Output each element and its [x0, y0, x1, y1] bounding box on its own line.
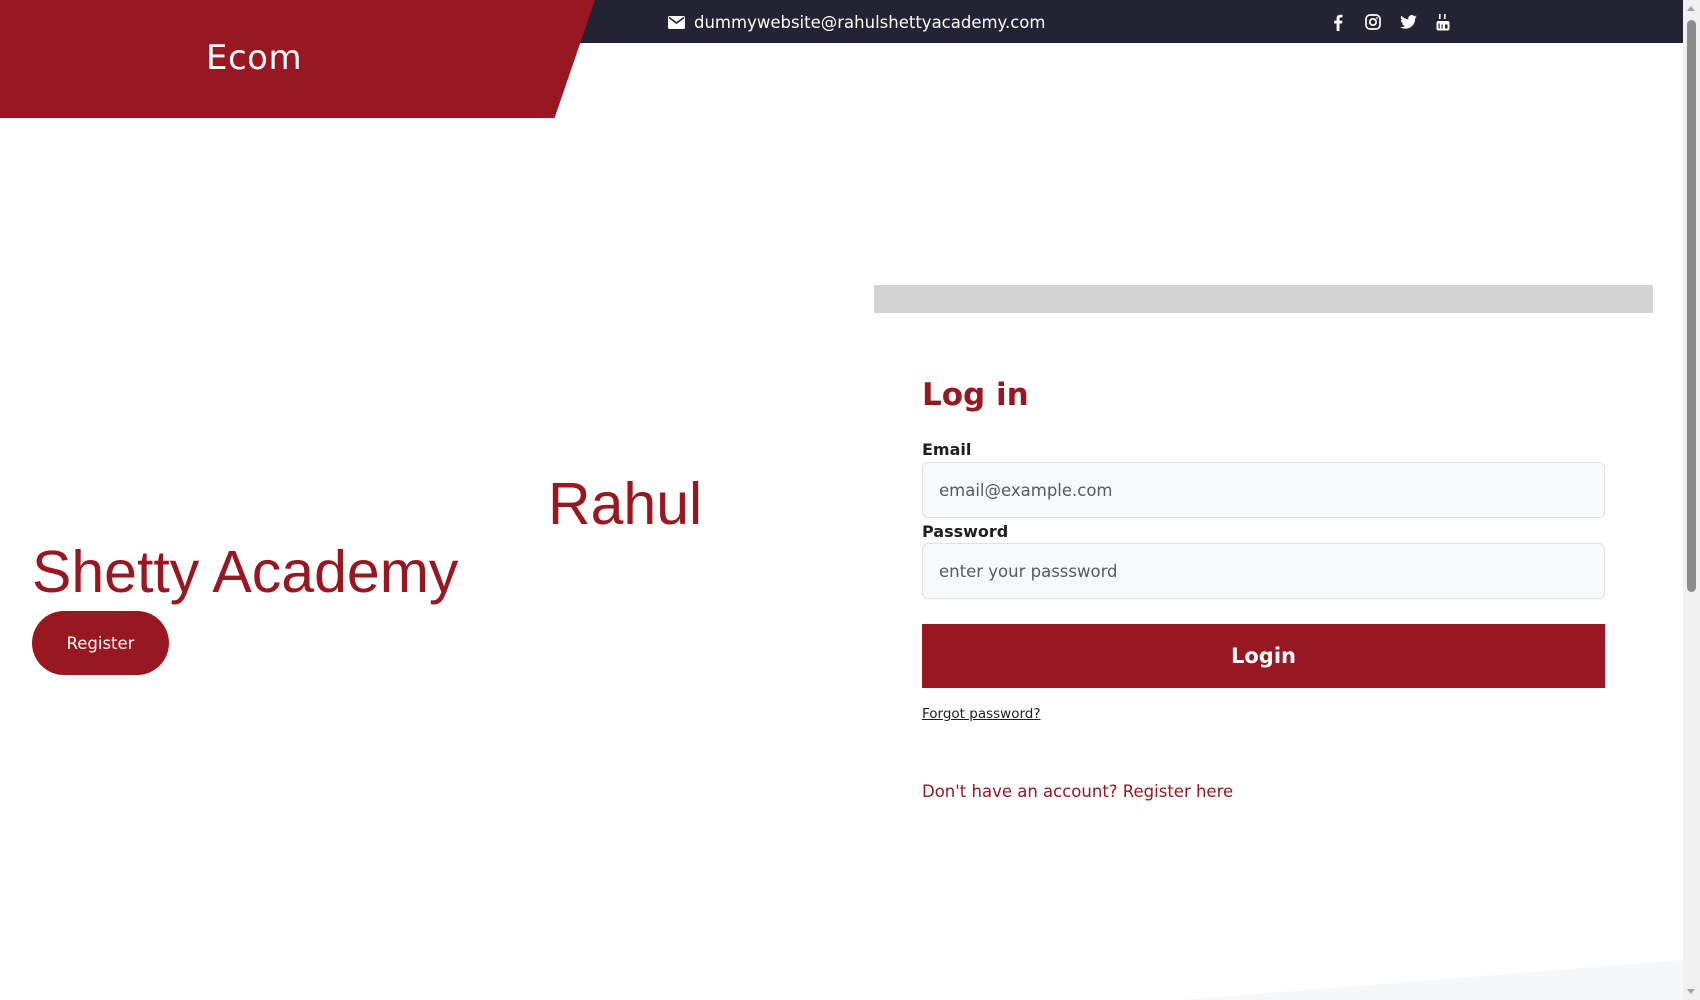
hero-title-line2: Shetty Academy: [32, 539, 459, 605]
forgot-password-link[interactable]: Forgot password?: [922, 706, 1041, 722]
footer-decoration: [1180, 960, 1683, 1000]
social-links: [1328, 10, 1453, 34]
twitter-icon[interactable]: [1398, 10, 1418, 34]
register-link[interactable]: Don't have an account? Register here: [922, 782, 1233, 801]
scroll-down-arrow-icon[interactable]: [1687, 989, 1695, 994]
login-title: Log in: [922, 377, 1029, 413]
scroll-up-arrow-icon[interactable]: [1687, 6, 1695, 11]
brand-logo-text[interactable]: Ecom: [206, 38, 302, 78]
page-scrollbar[interactable]: [1683, 0, 1700, 1000]
email-label: Email: [922, 440, 972, 459]
envelope-icon: [668, 15, 685, 29]
password-label: Password: [922, 522, 1009, 541]
login-button[interactable]: Login: [922, 624, 1605, 688]
facebook-icon[interactable]: [1328, 10, 1348, 34]
password-field[interactable]: [922, 543, 1605, 599]
scrollbar-thumb[interactable]: [1687, 20, 1696, 592]
contact-email-text: dummywebsite@rahulshettyacademy.com: [694, 12, 1046, 32]
instagram-icon[interactable]: [1363, 10, 1383, 34]
email-field[interactable]: [922, 462, 1605, 518]
contact-email: dummywebsite@rahulshettyacademy.com: [668, 11, 1045, 33]
youtube-icon[interactable]: [1433, 10, 1453, 34]
register-button[interactable]: Register: [32, 611, 169, 675]
image-placeholder-strip: [874, 285, 1653, 313]
hero-title-line1: Rahul: [548, 471, 703, 537]
